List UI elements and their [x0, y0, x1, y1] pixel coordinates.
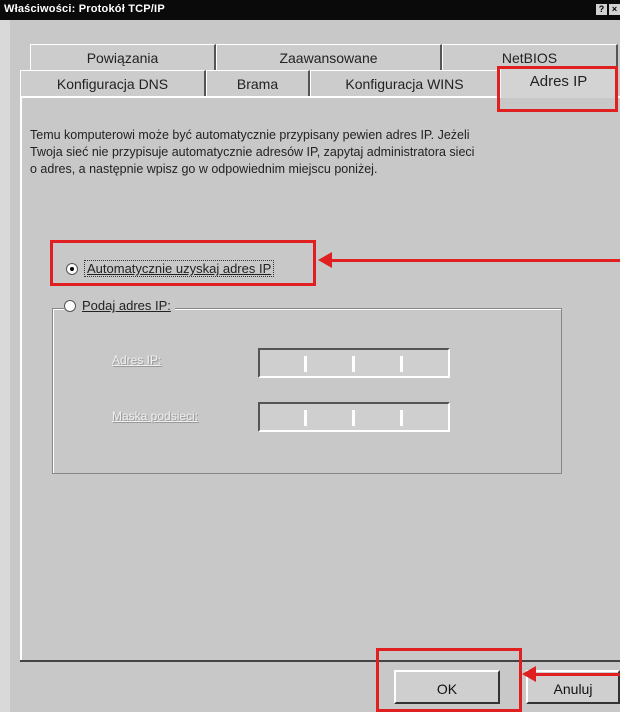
ip-address-label: Adres IP:	[112, 353, 162, 367]
manual-ip-option[interactable]: Podaj adres IP:	[64, 298, 175, 313]
window-title: Właściwości: Protokół TCP/IP	[4, 3, 165, 15]
ip-address-input[interactable]	[258, 348, 450, 378]
mask-separator	[304, 410, 307, 426]
tab-konfiguracja-wins[interactable]: Konfiguracja WINS	[310, 70, 500, 96]
help-icon[interactable]: ?	[596, 4, 607, 15]
annotation-arrowhead-ok	[522, 666, 536, 682]
tab-brama[interactable]: Brama	[206, 70, 310, 96]
manual-ip-label[interactable]: Podaj adres IP:	[82, 298, 171, 313]
mask-separator	[400, 410, 403, 426]
ip-separator	[352, 356, 355, 372]
mask-separator	[352, 410, 355, 426]
highlight-adres-ip-tab	[497, 66, 618, 112]
ip-separator	[304, 356, 307, 372]
annotation-arrow-auto	[330, 259, 620, 262]
manual-ip-radio[interactable]	[64, 299, 76, 312]
subnet-mask-input[interactable]	[258, 402, 450, 432]
close-icon[interactable]: ×	[609, 4, 620, 15]
ip-separator	[400, 356, 403, 372]
tab-konfiguracja-dns[interactable]: Konfiguracja DNS	[20, 70, 206, 96]
tab-zaawansowane[interactable]: Zaawansowane	[216, 44, 442, 70]
highlight-auto-ip	[50, 240, 316, 286]
tab-powiazania[interactable]: Powiązania	[30, 44, 216, 70]
highlight-ok-button	[376, 648, 522, 712]
description-text: Temu komputerowi może być automatycznie …	[30, 128, 475, 176]
title-bar: Właściwości: Protokół TCP/IP ? ×	[0, 0, 620, 20]
annotation-arrow-ok	[534, 673, 620, 676]
annotation-arrowhead-auto	[318, 252, 332, 268]
manual-ip-groupbox	[52, 308, 562, 474]
dialog-separator	[20, 660, 620, 662]
window-frame	[0, 20, 10, 712]
subnet-mask-label: Maska podsieci:	[112, 409, 199, 423]
